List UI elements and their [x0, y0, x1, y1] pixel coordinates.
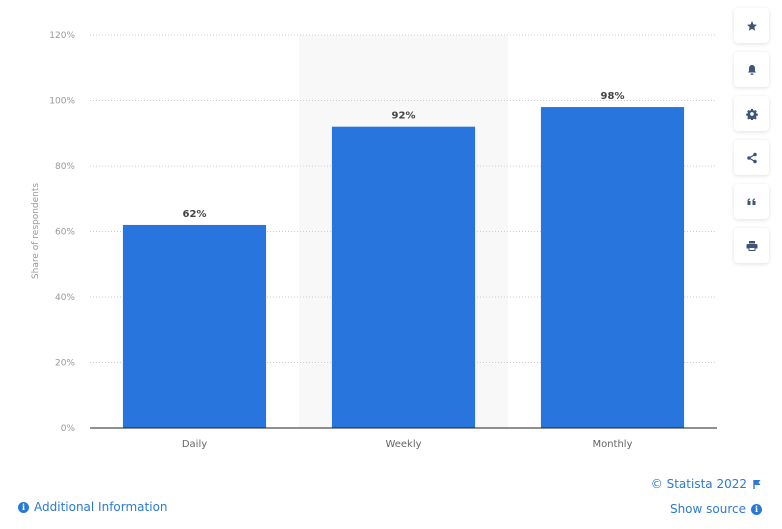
y-tick-label: 120%	[49, 31, 75, 41]
gear-icon	[745, 108, 758, 120]
y-tick-label: 20%	[55, 359, 75, 369]
data-label: 98%	[601, 91, 625, 102]
favorite-button[interactable]	[734, 8, 769, 43]
y-tick-label: 80%	[55, 162, 75, 172]
y-tick-label: 40%	[55, 293, 75, 303]
additional-information-link[interactable]: i Additional Information	[18, 500, 168, 514]
y-axis-ticks: 0% 20% 40% 60% 80% 100% 120%	[49, 31, 75, 434]
bar-chart: 0% 20% 40% 60% 80% 100% 120% Share of responde…	[31, 31, 717, 450]
flag-icon	[753, 480, 761, 489]
info-icon: i	[751, 503, 762, 515]
y-axis-title: Share of respondents	[31, 183, 41, 280]
share-button[interactable]	[734, 140, 769, 175]
additional-information-label: Additional Information	[34, 500, 168, 514]
settings-button[interactable]	[734, 96, 769, 131]
bars: 62% 92% 98%	[122, 91, 685, 429]
quote-icon	[747, 198, 755, 205]
chart-toolbar	[734, 8, 769, 272]
x-tick-label: Monthly	[592, 439, 632, 450]
y-tick-label: 0%	[61, 424, 76, 434]
star-icon	[746, 20, 757, 31]
bar-daily[interactable]	[122, 224, 267, 428]
bell-icon	[747, 64, 756, 75]
bar-weekly[interactable]	[331, 126, 476, 428]
cite-button[interactable]	[734, 184, 769, 219]
notification-button[interactable]	[734, 52, 769, 87]
y-tick-label: 60%	[55, 228, 75, 238]
statista-copyright[interactable]: © Statista 2022	[651, 477, 762, 491]
info-icon: i	[18, 501, 29, 513]
x-tick-label: Daily	[182, 439, 207, 450]
data-label: 92%	[392, 111, 416, 122]
show-source-link[interactable]: Show source i	[670, 502, 762, 516]
copyright-label: © Statista 2022	[650, 477, 747, 491]
print-button[interactable]	[734, 228, 769, 263]
show-source-label: Show source	[669, 502, 746, 516]
printer-icon	[746, 240, 757, 251]
y-tick-label: 100%	[49, 97, 75, 107]
x-axis-labels: Daily Weekly Monthly	[182, 439, 633, 450]
bar-monthly[interactable]	[540, 107, 685, 429]
x-tick-label: Weekly	[385, 439, 421, 450]
share-icon	[746, 152, 757, 163]
data-label: 62%	[183, 209, 207, 220]
